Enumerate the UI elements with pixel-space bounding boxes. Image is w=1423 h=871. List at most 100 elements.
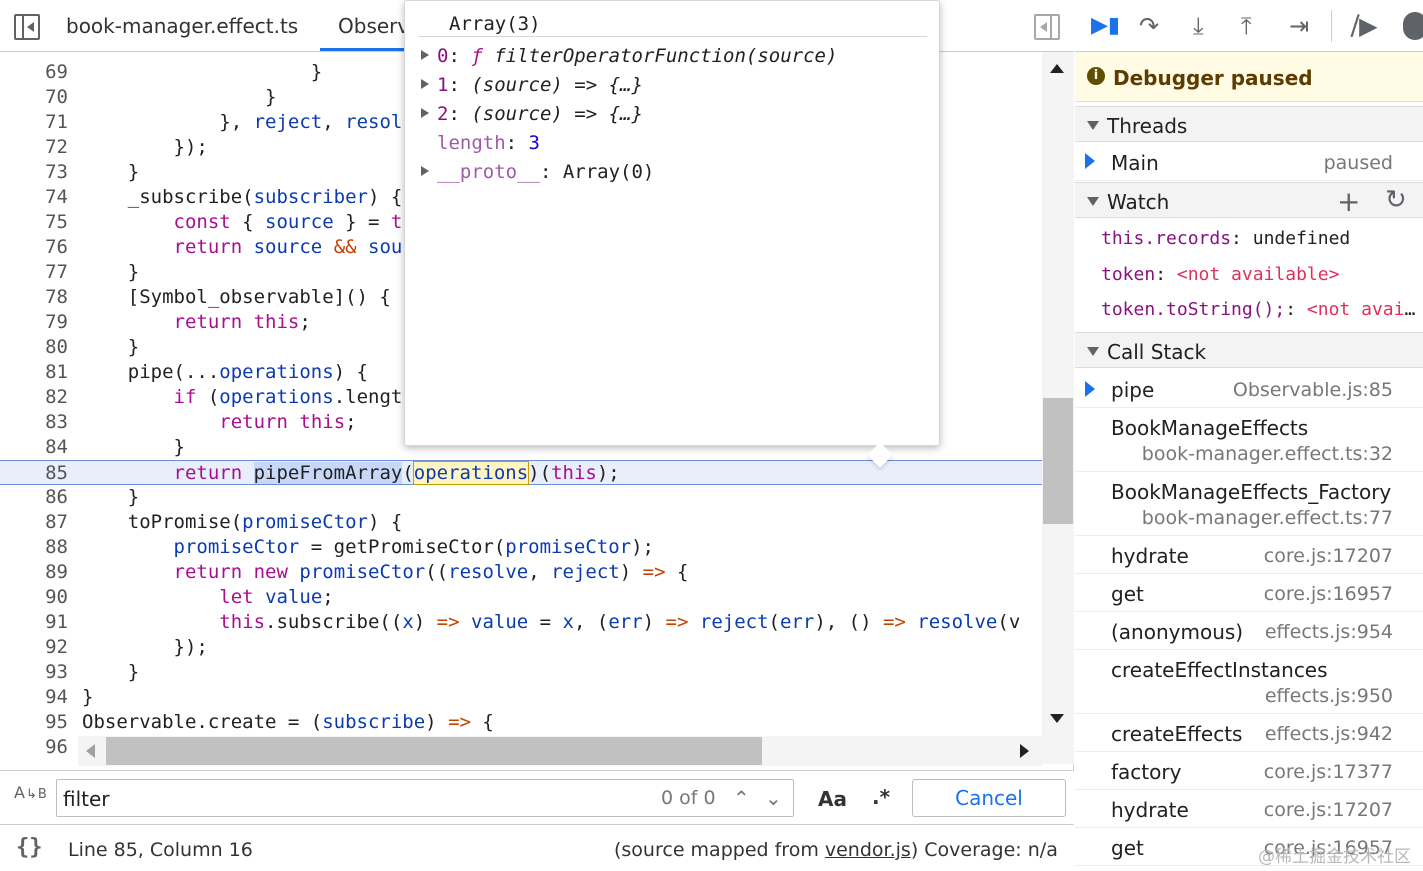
replace-toggle-icon[interactable]: AAB↳B (14, 783, 48, 802)
resume-icon[interactable]: ▶▮ (1091, 12, 1120, 40)
call-frame[interactable]: createEffectInstances effects.js:950 (1075, 650, 1423, 714)
call-frame[interactable]: factory core.js:17377 (1075, 752, 1423, 790)
line-number[interactable]: 86 (0, 485, 68, 510)
code-line[interactable]: 89 return new promiseCtor((resolve, reje… (0, 560, 1042, 585)
line-number[interactable]: 81 (0, 360, 68, 385)
line-number[interactable]: 82 (0, 385, 68, 410)
tab-book-manager-effect[interactable]: book-manager.effect.ts (66, 14, 298, 38)
popover-property[interactable]: 2: (source) => {…} (421, 103, 643, 125)
popover-property[interactable]: 0: ƒ filterOperatorFunction(source) (421, 45, 837, 67)
line-number[interactable]: 71 (0, 110, 68, 135)
toggle-navigator-icon[interactable] (14, 14, 40, 40)
regex-button[interactable]: .* (872, 785, 890, 809)
watch-section-header[interactable]: Watch + ↻ (1075, 182, 1423, 218)
code-line[interactable]: 90 let value; (0, 585, 1042, 610)
source-map-link[interactable]: vendor.js (825, 839, 911, 861)
watch-expression[interactable]: this.records: undefined (1101, 228, 1421, 249)
tab-observable[interactable]: Observ (338, 14, 409, 38)
step-over-icon[interactable]: ↷ (1139, 12, 1159, 40)
call-frame[interactable]: createEffects effects.js:942 (1075, 714, 1423, 752)
line-number[interactable]: 88 (0, 535, 68, 560)
code-line[interactable]: 95 Observable.create = (subscribe) => { (0, 710, 1042, 735)
line-number[interactable]: 73 (0, 160, 68, 185)
step-into-icon[interactable]: ⤓ (1193, 12, 1204, 40)
horizontal-scrollbar[interactable] (78, 736, 1042, 766)
line-number[interactable]: 87 (0, 510, 68, 535)
toggle-debugger-icon[interactable] (1034, 14, 1060, 40)
line-number[interactable]: 78 (0, 285, 68, 310)
cancel-button[interactable]: Cancel (912, 779, 1066, 817)
line-number[interactable]: 89 (0, 560, 68, 585)
code-line[interactable]: 86 } (0, 485, 1042, 510)
thread-main[interactable]: Main paused (1075, 143, 1423, 181)
pause-on-exceptions-icon[interactable] (1403, 12, 1423, 40)
call-frame[interactable]: hydrate core.js:17207 (1075, 536, 1423, 574)
add-watch-icon[interactable]: + (1337, 185, 1360, 218)
callstack-section-header[interactable]: Call Stack (1075, 332, 1423, 368)
line-number[interactable]: 76 (0, 235, 68, 260)
line-number[interactable]: 72 (0, 135, 68, 160)
line-number[interactable]: 91 (0, 610, 68, 635)
line-source: Observable.create = (subscribe) => { (82, 711, 494, 733)
line-number[interactable]: 93 (0, 660, 68, 685)
match-case-button[interactable]: Aa (818, 787, 847, 811)
expand-triangle-icon[interactable] (421, 79, 429, 89)
call-frame[interactable]: (anonymous) effects.js:954 (1075, 612, 1423, 650)
step-out-icon[interactable]: ⤒ (1241, 12, 1252, 40)
deactivate-breakpoints-icon[interactable]: ⧸▶ (1351, 12, 1378, 40)
watch-expression[interactable]: token: <not available> (1101, 264, 1421, 285)
search-prev-icon[interactable]: ⌃ (733, 786, 750, 810)
search-next-icon[interactable]: ⌄ (765, 786, 782, 810)
vertical-scroll-thumb[interactable] (1043, 398, 1073, 524)
line-number[interactable]: 80 (0, 335, 68, 360)
vertical-scrollbar[interactable] (1042, 52, 1074, 764)
popover-property[interactable]: 1: (source) => {…} (421, 74, 643, 96)
line-number[interactable]: 92 (0, 635, 68, 660)
scroll-up-icon[interactable] (1050, 64, 1064, 73)
call-frame[interactable]: BookManageEffects_Factory book-manager.ef… (1075, 472, 1423, 536)
code-line-current[interactable]: 85 return pipeFromArray(operations)(this… (0, 460, 1042, 485)
line-number[interactable]: 90 (0, 585, 68, 610)
line-number[interactable]: 95 (0, 710, 68, 735)
call-frame[interactable]: BookManageEffects book-manager.effect.ts:… (1075, 408, 1423, 472)
code-line[interactable]: 88 promiseCtor = getPromiseCtor(promiseC… (0, 535, 1042, 560)
frame-location: effects.js:954 (1264, 621, 1393, 643)
code-line[interactable]: 94} (0, 685, 1042, 710)
code-line[interactable]: 92 }); (0, 635, 1042, 660)
line-number[interactable]: 85 (0, 461, 68, 486)
search-input[interactable] (63, 785, 643, 813)
code-line[interactable]: 91 this.subscribe((x) => value = x, (err… (0, 610, 1042, 635)
line-number[interactable]: 96 (0, 735, 68, 760)
pretty-print-icon[interactable]: {} (16, 835, 43, 860)
expand-triangle-icon[interactable] (421, 166, 429, 176)
line-number[interactable]: 75 (0, 210, 68, 235)
popover-property[interactable]: __proto__: Array(0) (421, 161, 654, 183)
watch-expression[interactable]: token.toString();: <not available> (1101, 299, 1421, 320)
step-icon[interactable]: ⇥ (1289, 12, 1309, 40)
line-source: return this; (173, 311, 311, 333)
code-line[interactable]: 87 toPromise(promiseCtor) { (0, 510, 1042, 535)
paused-message: Debugger paused (1113, 66, 1313, 90)
scroll-down-icon[interactable] (1050, 714, 1064, 723)
line-number[interactable]: 84 (0, 435, 68, 460)
line-number[interactable]: 69 (0, 60, 68, 85)
expand-triangle-icon[interactable] (421, 108, 429, 118)
line-source: [Symbol_observable]() { (82, 286, 391, 308)
line-number[interactable]: 79 (0, 310, 68, 335)
scroll-right-icon[interactable] (1020, 744, 1029, 758)
code-line[interactable]: 93 } (0, 660, 1042, 685)
line-number[interactable]: 83 (0, 410, 68, 435)
call-frame[interactable]: get core.js:16957 (1075, 574, 1423, 612)
refresh-icon[interactable]: ↻ (1385, 185, 1407, 215)
line-number[interactable]: 70 (0, 85, 68, 110)
call-frame[interactable]: hydrate core.js:17207 (1075, 790, 1423, 828)
horizontal-scroll-thumb[interactable] (106, 737, 762, 765)
threads-section-header[interactable]: Threads (1075, 106, 1423, 142)
line-number[interactable]: 77 (0, 260, 68, 285)
line-number[interactable]: 94 (0, 685, 68, 710)
debugger-toolbar: ▶▮ ↷ ⤓ ⤒ ⇥ ⧸▶ (1075, 0, 1423, 52)
line-number[interactable]: 74 (0, 185, 68, 210)
expand-triangle-icon[interactable] (421, 50, 429, 60)
call-frame[interactable]: pipe Observable.js:85 (1075, 370, 1423, 408)
scroll-left-icon[interactable] (86, 744, 95, 758)
